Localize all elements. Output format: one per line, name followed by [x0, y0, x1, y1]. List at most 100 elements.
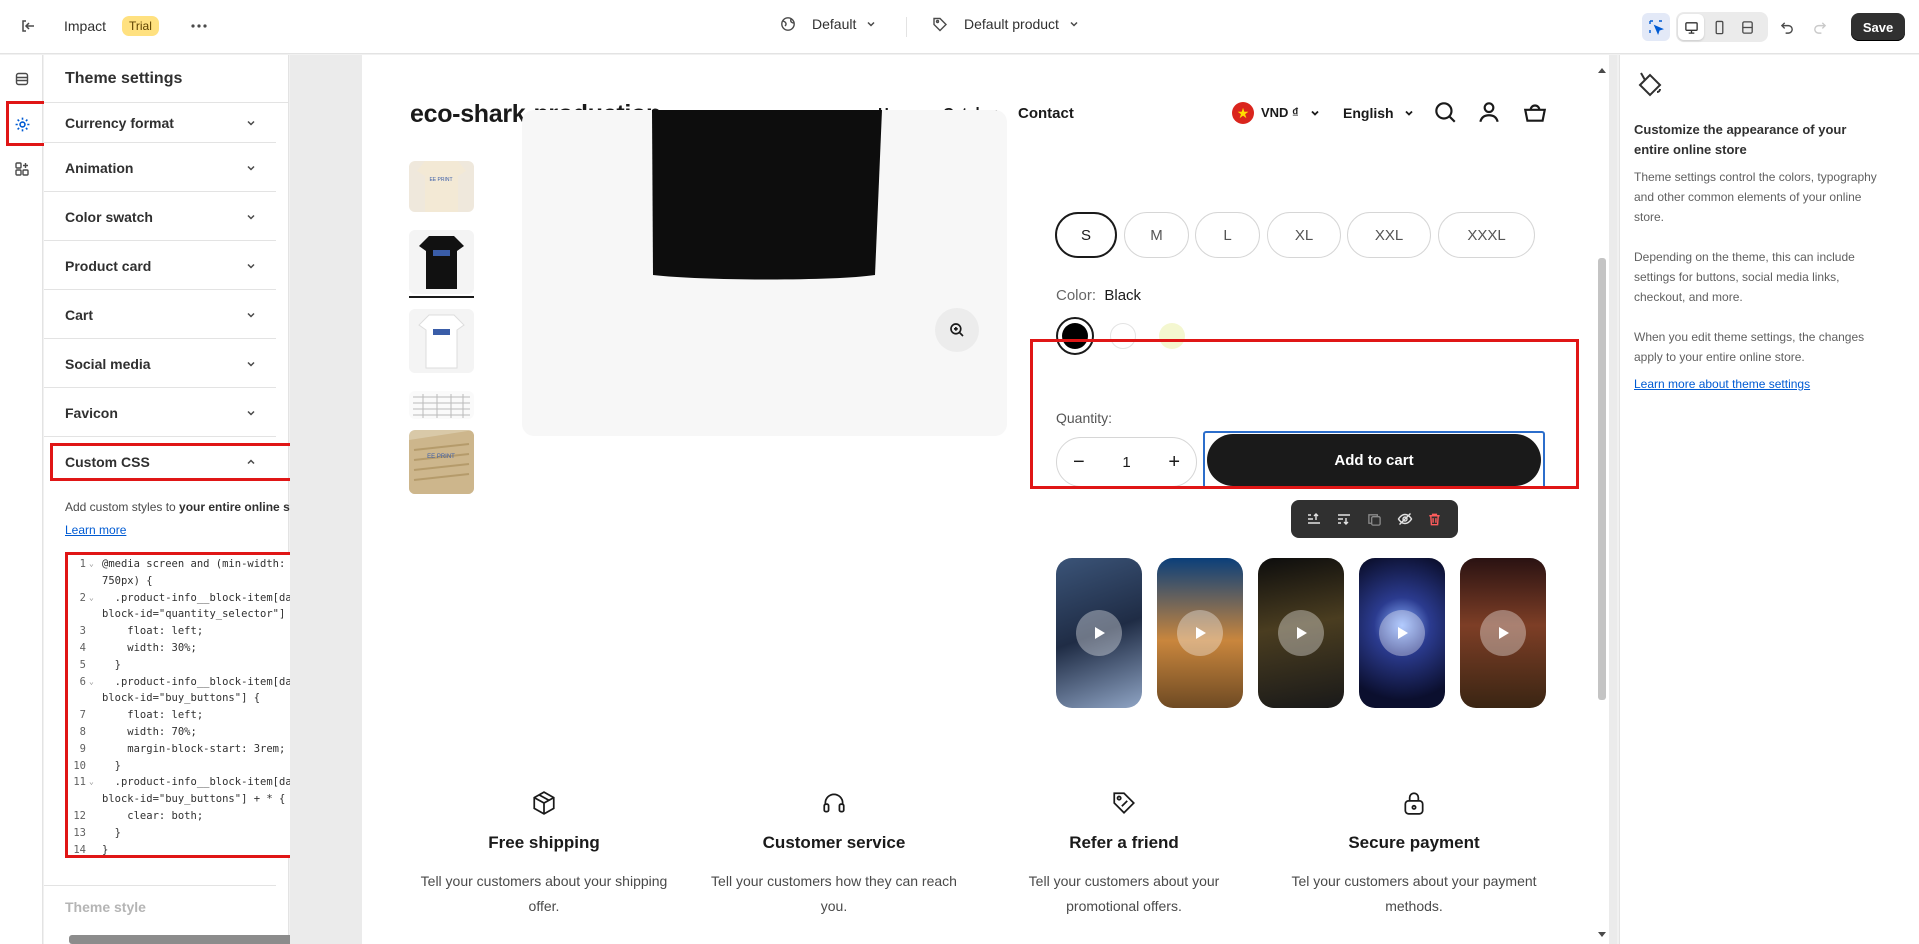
- code-line[interactable]: 2 ⌄ .product-info__block-item[data-: [68, 590, 328, 607]
- code-line[interactable]: 5 }: [68, 657, 328, 674]
- help-learn-more-link[interactable]: Learn more about theme settings: [1634, 377, 1810, 391]
- accordion-theme-style[interactable]: Theme style: [65, 899, 146, 915]
- account-icon[interactable]: [1476, 99, 1502, 125]
- mobile-icon[interactable]: [1706, 14, 1732, 40]
- currency-selector[interactable]: VND ₫: [1261, 105, 1299, 120]
- minus-icon[interactable]: −: [1073, 451, 1085, 474]
- color-swatch-black[interactable]: [1056, 317, 1094, 355]
- code-line[interactable]: block-id="quantity_selector"] {: [68, 606, 328, 623]
- product-thumbnail[interactable]: [409, 230, 474, 294]
- size-option[interactable]: XL: [1267, 212, 1341, 258]
- theme-settings-icon[interactable]: [8, 110, 36, 138]
- code-line[interactable]: 11 ⌄ .product-info__block-item[data-: [68, 774, 328, 791]
- accordion-currency-format[interactable]: Currency format: [44, 103, 276, 143]
- accordion-favicon[interactable]: Favicon: [44, 389, 276, 437]
- code-line[interactable]: 7 float: left;: [68, 707, 328, 724]
- preview-scrollbar-thumb[interactable]: [1598, 258, 1606, 700]
- accordion-cart[interactable]: Cart: [44, 291, 276, 339]
- size-option[interactable]: M: [1124, 212, 1189, 258]
- chevron-down-icon: [247, 263, 255, 269]
- video-thumbnail[interactable]: [1056, 558, 1142, 708]
- code-line[interactable]: 3 float: left;: [68, 623, 328, 640]
- product-main-image[interactable]: [522, 110, 1007, 436]
- code-line[interactable]: 4 width: 30%;: [68, 640, 328, 657]
- zoom-button[interactable]: [935, 308, 979, 352]
- quantity-stepper[interactable]: − 1 +: [1056, 437, 1197, 487]
- code-line[interactable]: 1 ⌄ @media screen and (min-width:: [68, 556, 328, 573]
- hide-icon[interactable]: [1396, 510, 1414, 528]
- more-actions-icon[interactable]: [185, 12, 213, 40]
- apps-icon[interactable]: [8, 155, 36, 183]
- video-thumbnail[interactable]: [1359, 558, 1445, 708]
- size-option[interactable]: XXXL: [1438, 212, 1535, 258]
- code-line[interactable]: 14}: [68, 842, 328, 859]
- accordion-color-swatch[interactable]: Color swatch: [44, 193, 276, 241]
- move-down-icon[interactable]: [1335, 510, 1353, 528]
- move-up-icon[interactable]: [1305, 510, 1323, 528]
- size-option[interactable]: XXL: [1347, 212, 1431, 258]
- panel-hscroll-thumb[interactable]: [69, 935, 319, 944]
- undo-icon[interactable]: [1773, 13, 1801, 41]
- code-line[interactable]: 9 margin-block-start: 3rem;: [68, 741, 328, 758]
- play-icon[interactable]: [1278, 610, 1324, 656]
- color-swatch-white[interactable]: [1110, 323, 1136, 349]
- product-selector[interactable]: Default product: [932, 16, 1079, 32]
- code-line[interactable]: 10 }: [68, 758, 328, 775]
- fold-chevron-icon[interactable]: ⌄: [89, 556, 94, 573]
- play-icon[interactable]: [1076, 610, 1122, 656]
- video-thumbnail[interactable]: [1157, 558, 1243, 708]
- fold-chevron-icon[interactable]: ⌄: [89, 774, 94, 791]
- accordion-custom-css[interactable]: Custom CSS: [44, 438, 276, 486]
- size-option[interactable]: L: [1195, 212, 1260, 258]
- cart-icon[interactable]: [1522, 99, 1548, 125]
- desktop-icon[interactable]: [1678, 14, 1704, 40]
- product-thumbnail[interactable]: [409, 391, 474, 419]
- code-line[interactable]: 13 }: [68, 825, 328, 842]
- plus-icon[interactable]: +: [1168, 451, 1180, 474]
- save-button[interactable]: Save: [1851, 13, 1905, 41]
- template-selector[interactable]: Default: [780, 16, 876, 32]
- size-option[interactable]: S: [1055, 212, 1117, 258]
- code-text: .product-info__block-item[data-: [102, 675, 311, 688]
- fold-chevron-icon[interactable]: ⌄: [89, 590, 94, 607]
- play-icon[interactable]: [1177, 610, 1223, 656]
- code-line[interactable]: 12 clear: both;: [68, 808, 328, 825]
- product-thumbnail[interactable]: EE PRINT: [409, 161, 474, 212]
- delete-icon[interactable]: [1426, 510, 1444, 528]
- code-line[interactable]: 750px) {: [68, 573, 328, 590]
- scroll-down-icon[interactable]: [1598, 932, 1606, 937]
- inspector-icon[interactable]: [1642, 13, 1670, 41]
- nav-contact[interactable]: Contact: [1018, 105, 1074, 122]
- code-line[interactable]: 8 width: 70%;: [68, 724, 328, 741]
- video-thumbnail[interactable]: [1258, 558, 1344, 708]
- language-selector[interactable]: English: [1343, 105, 1394, 121]
- fold-chevron-icon[interactable]: ⌄: [89, 674, 94, 691]
- code-line[interactable]: block-id="buy_buttons"] + * {: [68, 791, 328, 808]
- code-line[interactable]: block-id="buy_buttons"] {: [68, 690, 328, 707]
- video-thumbnail[interactable]: [1460, 558, 1546, 708]
- accordion-product-card[interactable]: Product card: [44, 242, 276, 290]
- scroll-up-icon[interactable]: [1598, 68, 1606, 73]
- learn-more-link[interactable]: Learn more: [65, 523, 126, 537]
- product-thumbnail[interactable]: [409, 309, 474, 373]
- chevron-down-icon: [1070, 21, 1078, 27]
- redo-icon[interactable]: [1805, 13, 1833, 41]
- product-thumbnail[interactable]: EE PRINT: [409, 430, 474, 494]
- add-to-cart-button[interactable]: Add to cart: [1203, 431, 1545, 489]
- duplicate-icon[interactable]: [1365, 510, 1383, 528]
- search-icon[interactable]: [1432, 99, 1458, 125]
- theme-name: Impact: [64, 18, 107, 34]
- exit-icon[interactable]: [14, 12, 42, 40]
- play-icon[interactable]: [1480, 610, 1526, 656]
- feature-desc: Tell your customers how they can reach y…: [711, 873, 957, 914]
- code-line[interactable]: 6 ⌄ .product-info__block-item[data-: [68, 674, 328, 691]
- sections-icon[interactable]: [8, 65, 36, 93]
- play-icon[interactable]: [1379, 610, 1425, 656]
- accordion-social-media[interactable]: Social media: [44, 340, 276, 388]
- accordion-animation[interactable]: Animation: [44, 144, 276, 192]
- line-number: 2: [79, 591, 86, 604]
- feature-free-shipping: Free shipping Tell your customers about …: [414, 790, 674, 919]
- color-swatch-cream[interactable]: [1159, 323, 1185, 349]
- help-paragraph: When you edit theme settings, the change…: [1634, 330, 1865, 364]
- fullscreen-icon[interactable]: [1734, 14, 1760, 40]
